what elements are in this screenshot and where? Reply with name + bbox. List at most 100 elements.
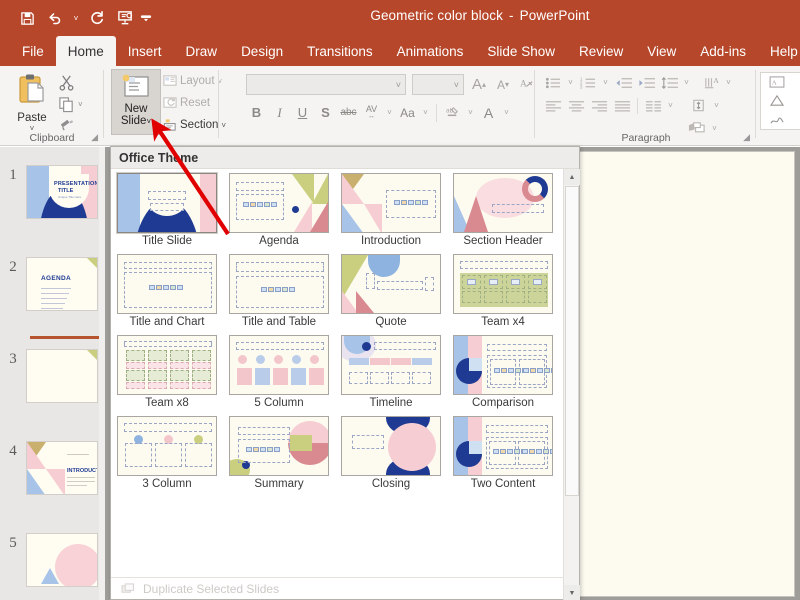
format-painter-button[interactable] xyxy=(58,114,92,134)
align-left-button[interactable] xyxy=(542,95,564,116)
text-shadow-button[interactable]: S xyxy=(315,102,336,123)
new-slide-button[interactable]: New Slide˅ xyxy=(111,69,161,135)
thumbnail-slide-4[interactable]: 4 INTRODUCTION xyxy=(0,441,105,495)
font-size-input[interactable]: ˅ xyxy=(412,74,464,95)
bullets-button[interactable] xyxy=(542,72,564,93)
layout-thumbnail[interactable] xyxy=(229,335,329,395)
slide-thumbnail-pane[interactable]: 1 PRESENTATION TITLE Unique Title Here 2 AGEN… xyxy=(0,147,105,600)
layout-thumbnail[interactable] xyxy=(116,172,218,234)
layout-thumbnail[interactable] xyxy=(117,416,217,476)
font-name-caret[interactable]: ˅ xyxy=(396,80,401,90)
layout-thumbnail[interactable] xyxy=(453,416,553,476)
layout-option-5-column[interactable]: 5 Column xyxy=(229,335,329,409)
tab-file[interactable]: File xyxy=(10,36,56,66)
duplicate-selected-slides-item[interactable]: Duplicate Selected Slides xyxy=(111,577,564,599)
thumbnail-slide-5[interactable]: 5 xyxy=(0,533,105,587)
font-color-button[interactable]: A xyxy=(478,102,499,123)
thumbnail-scrollbar[interactable] xyxy=(99,147,105,600)
layout-thumbnail[interactable] xyxy=(117,254,217,314)
reset-button[interactable]: Reset xyxy=(163,93,210,113)
underline-button[interactable]: U xyxy=(292,102,313,123)
decrease-font-size-button[interactable]: A ▾ xyxy=(492,74,514,95)
thumbnail-image[interactable]: PRESENTATION TITLE Unique Title Here xyxy=(26,165,98,219)
clipboard-dialog-launcher[interactable]: ◢ xyxy=(91,132,98,143)
tab-animations[interactable]: Animations xyxy=(385,36,476,66)
cut-button[interactable] xyxy=(58,72,92,92)
tab-review[interactable]: Review xyxy=(567,36,635,66)
thumbnail-slide-3[interactable]: 3 xyxy=(0,349,105,403)
character-spacing-caret[interactable]: ˅ xyxy=(384,102,395,123)
layout-thumbnail[interactable] xyxy=(453,335,553,395)
justify-button[interactable] xyxy=(611,95,633,116)
align-text-button[interactable] xyxy=(688,95,710,116)
scribble-icon[interactable] xyxy=(761,110,793,129)
layout-option-team-x8[interactable]: Team x8 xyxy=(117,335,217,409)
text-highlight-color-button[interactable]: ab xyxy=(442,102,463,123)
strikethrough-button[interactable]: abc xyxy=(338,102,359,123)
layout-option-two-content[interactable]: Two Content xyxy=(453,416,553,490)
tab-slide-show[interactable]: Slide Show xyxy=(475,36,567,66)
align-text-caret[interactable]: ˅ xyxy=(711,95,722,116)
bold-button[interactable]: B xyxy=(246,102,267,123)
layout-option-summary[interactable]: Summary xyxy=(229,416,329,490)
layout-option-title-slide[interactable]: Title Slide xyxy=(116,172,218,247)
layout-thumbnail[interactable] xyxy=(341,254,441,314)
layout-thumbnail[interactable] xyxy=(341,335,441,395)
change-case-button[interactable]: Aa xyxy=(397,102,418,123)
thumbnail-slide-2[interactable]: 2 AGENDA xyxy=(0,257,105,311)
gallery-scroll-up-button[interactable]: ▲ xyxy=(564,169,580,185)
line-icon[interactable] xyxy=(793,73,800,92)
layout-thumbnail[interactable] xyxy=(229,254,329,314)
line-spacing-caret[interactable]: ˅ xyxy=(681,72,692,93)
text-highlight-caret[interactable]: ˅ xyxy=(465,102,476,123)
columns-button[interactable] xyxy=(642,95,664,116)
numbering-button[interactable]: 123 xyxy=(577,72,599,93)
copy-button[interactable]: ˅ xyxy=(58,94,92,114)
thumbnail-slide-1[interactable]: 1 PRESENTATION TITLE Unique Title Here xyxy=(0,165,105,219)
paste-button[interactable]: Paste ˅ xyxy=(8,72,56,133)
layout-button[interactable]: Layout ˅ xyxy=(163,71,222,91)
gallery-scrollbar-thumb[interactable] xyxy=(565,186,579,496)
tab-transitions[interactable]: Transitions xyxy=(295,36,385,66)
layout-option-comparison[interactable]: Comparison xyxy=(453,335,553,409)
tab-home[interactable]: Home xyxy=(55,36,116,66)
layout-option-timeline[interactable]: Timeline xyxy=(341,335,441,409)
italic-button[interactable]: I xyxy=(269,102,290,123)
tab-design[interactable]: Design xyxy=(229,36,295,66)
tab-view[interactable]: View xyxy=(635,36,688,66)
copy-dropdown-caret[interactable]: ˅ xyxy=(78,100,83,109)
text-direction-button[interactable]: A xyxy=(700,72,722,93)
layout-option-closing[interactable]: Closing xyxy=(341,416,441,490)
font-name-input[interactable]: ˅ xyxy=(246,74,406,95)
layout-thumbnail[interactable] xyxy=(229,416,329,476)
layout-thumbnail[interactable] xyxy=(229,173,329,233)
line-spacing-button[interactable] xyxy=(658,72,680,93)
layout-thumbnail[interactable] xyxy=(453,173,553,233)
numbering-caret[interactable]: ˅ xyxy=(600,72,611,93)
bullets-caret[interactable]: ˅ xyxy=(565,72,576,93)
shapes-gallery[interactable]: A xyxy=(760,72,800,130)
freeform-icon[interactable] xyxy=(793,110,800,129)
layout-thumbnail[interactable] xyxy=(117,335,217,395)
text-box-icon[interactable]: A xyxy=(761,73,793,92)
gallery-scroll-down-button[interactable]: ▼ xyxy=(564,585,580,600)
layout-option-quote[interactable]: Quote xyxy=(341,254,441,328)
layout-option-title-and-chart[interactable]: Title and Chart xyxy=(117,254,217,328)
layout-option-title-and-table[interactable]: Title and Table xyxy=(229,254,329,328)
paragraph-dialog-launcher[interactable]: ◢ xyxy=(743,132,750,143)
layout-option-introduction[interactable]: Introduction xyxy=(341,173,441,247)
center-button[interactable] xyxy=(565,95,587,116)
layout-option-team-x4[interactable]: Team x4 xyxy=(453,254,553,328)
layout-option-agenda[interactable]: Agenda xyxy=(229,173,329,247)
thumbnail-image[interactable]: AGENDA xyxy=(26,257,98,311)
thumbnail-image[interactable] xyxy=(26,533,98,587)
new-slide-dropdown-caret[interactable]: ˅ xyxy=(146,117,151,126)
layout-option-3-column[interactable]: 3 Column xyxy=(117,416,217,490)
gallery-scrollbar[interactable]: ▲ ▼ xyxy=(563,169,580,600)
font-color-caret[interactable]: ˅ xyxy=(501,102,512,123)
increase-indent-button[interactable] xyxy=(635,72,657,93)
font-size-caret[interactable]: ˅ xyxy=(454,80,459,90)
section-caret[interactable]: ˅ xyxy=(221,121,226,130)
tab-add-ins[interactable]: Add-ins xyxy=(688,36,758,66)
arrow-icon[interactable] xyxy=(793,92,800,111)
